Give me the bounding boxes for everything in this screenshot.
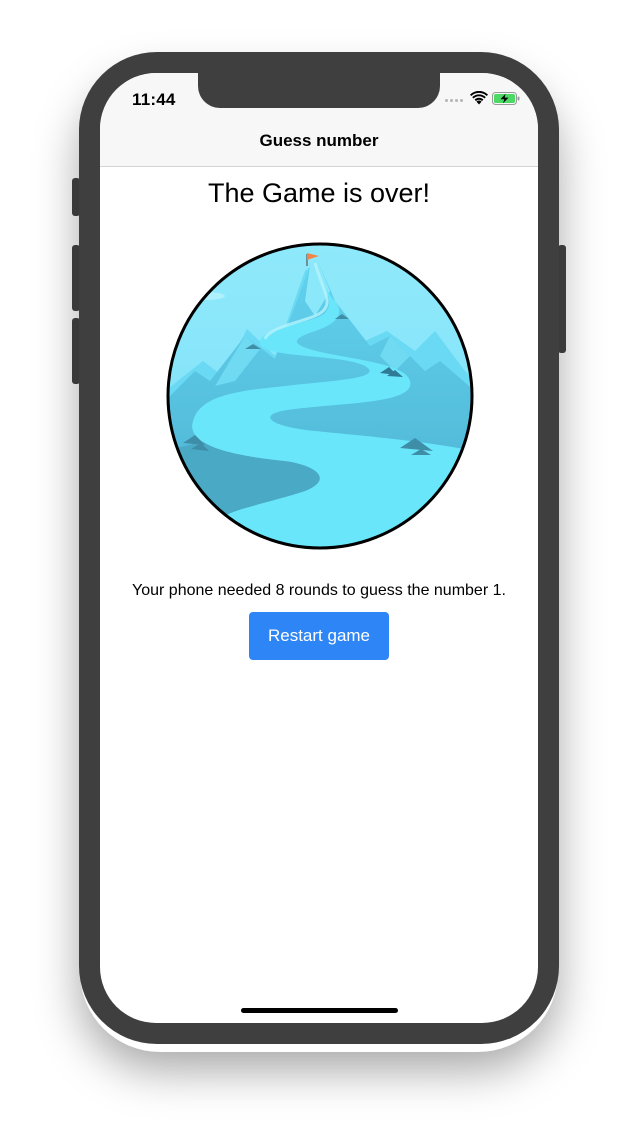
home-indicator[interactable] <box>241 1008 398 1013</box>
restart-game-button[interactable]: Restart game <box>249 612 389 660</box>
power-button <box>558 245 566 353</box>
wifi-icon <box>470 91 488 105</box>
cellular-signal-icon <box>445 99 463 102</box>
phone-screen: 11:44 Guess number The Game is over! You… <box>100 73 538 1023</box>
status-time: 11:44 <box>132 90 176 109</box>
battery-charging-icon <box>492 92 520 105</box>
page: 11:44 Guess number The Game is over! You… <box>0 0 638 1128</box>
notch <box>198 73 440 108</box>
result-message: Your phone needed 8 rounds to guess the … <box>132 582 506 599</box>
game-over-title: The Game is over! <box>207 178 431 208</box>
page-title: Guess number <box>259 131 379 150</box>
mountain-summit-illustration <box>166 242 474 550</box>
navigation-header: 11:44 Guess number <box>100 73 538 167</box>
